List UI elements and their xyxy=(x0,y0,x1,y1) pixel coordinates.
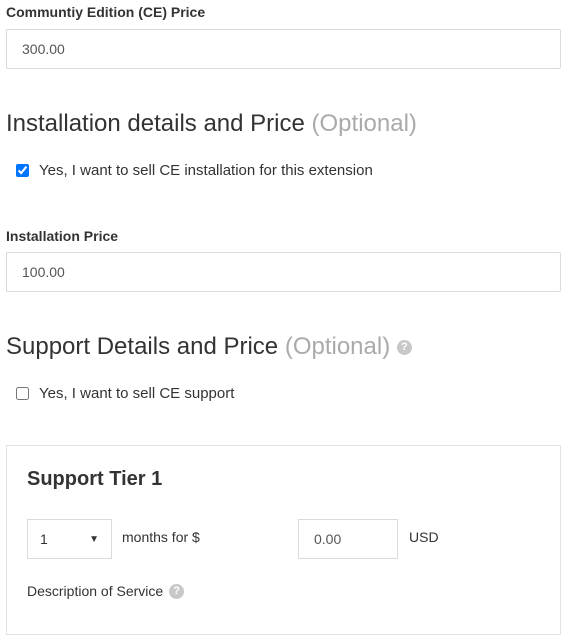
installation-section-title: Installation details and Price (Optional… xyxy=(6,110,417,138)
installation-checkbox-label: Yes, I want to sell CE installation for … xyxy=(39,162,373,179)
description-label-text: Description of Service xyxy=(27,583,164,599)
caret-down-icon: ▼ xyxy=(89,533,99,545)
support-title-text: Support Details and Price xyxy=(6,333,279,360)
months-for-label: months for $ xyxy=(122,529,200,545)
ce-price-label: Communtiy Edition (CE) Price xyxy=(6,4,206,20)
support-checkbox[interactable] xyxy=(16,387,29,400)
support-tier-panel: Support Tier 1 1 ▼ months for $ USD Desc… xyxy=(6,445,561,635)
question-circle-icon[interactable]: ? xyxy=(396,340,412,356)
installation-checkbox[interactable] xyxy=(16,164,29,177)
installation-title-text: Installation details and Price xyxy=(6,110,305,137)
question-circle-icon[interactable]: ? xyxy=(169,583,185,599)
installation-optional-tag: (Optional) xyxy=(311,110,417,137)
support-optional-tag: (Optional) xyxy=(284,333,391,360)
support-price-input[interactable] xyxy=(298,519,398,559)
description-of-service-label: Description of Service ? xyxy=(27,583,185,599)
installation-price-label: Installation Price xyxy=(6,228,119,244)
months-select-value: 1 xyxy=(40,531,48,547)
currency-label: USD xyxy=(409,529,439,545)
support-tier-title: Support Tier 1 xyxy=(27,468,163,490)
installation-checkbox-row[interactable]: Yes, I want to sell CE installation for … xyxy=(16,162,373,179)
support-section-title: Support Details and Price (Optional) ? xyxy=(6,333,412,361)
support-checkbox-row[interactable]: Yes, I want to sell CE support xyxy=(16,385,234,402)
support-checkbox-label: Yes, I want to sell CE support xyxy=(39,385,235,402)
ce-price-input[interactable] xyxy=(6,29,561,69)
months-select[interactable]: 1 ▼ xyxy=(27,519,112,559)
installation-price-input[interactable] xyxy=(6,252,561,292)
